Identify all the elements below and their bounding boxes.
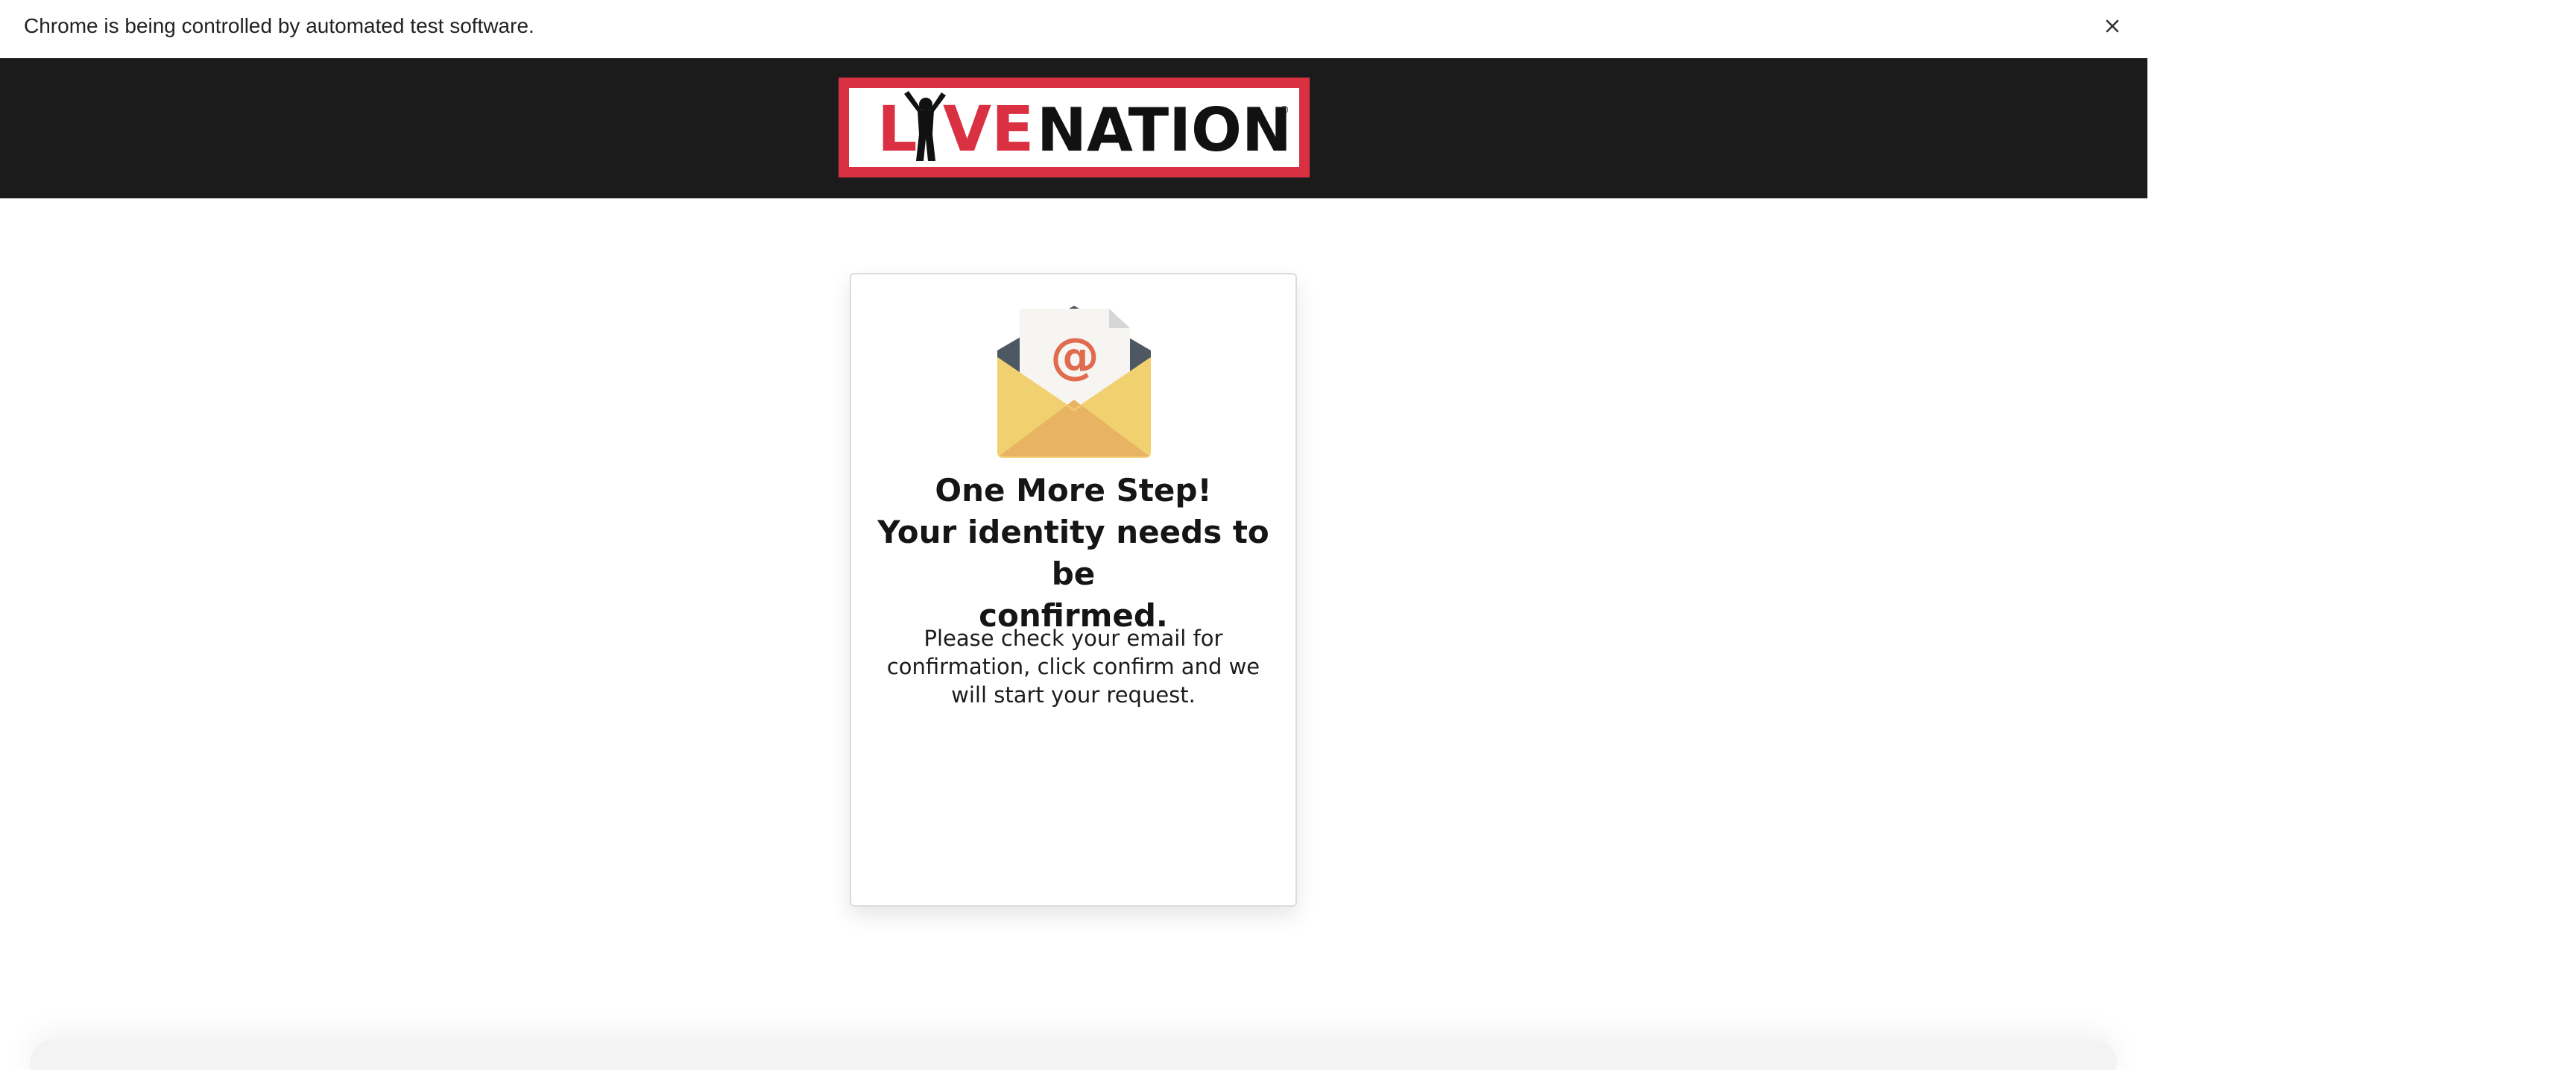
footer-shadow: [30, 1040, 2117, 1070]
close-icon[interactable]: [2099, 13, 2126, 40]
confirmation-card: @ One More Step! Your identity needs to …: [850, 273, 1297, 907]
logo-registered-mark: ®: [1279, 104, 1289, 116]
logo-brand-nation: NATION: [1037, 95, 1292, 165]
logo-letters-ve: VE: [943, 92, 1034, 166]
page: Chrome is being controlled by automated …: [0, 0, 2576, 1070]
site-header: L VE NATION ®: [0, 58, 2147, 198]
heading-line-2: Your identity needs to be: [877, 514, 1269, 592]
automation-infobar: Chrome is being controlled by automated …: [0, 0, 2147, 58]
infobar-message: Chrome is being controlled by automated …: [24, 14, 534, 37]
card-heading: One More Step! Your identity needs to be…: [851, 470, 1295, 637]
envelope-email-icon: @: [997, 306, 1151, 458]
heading-line-1: One More Step!: [935, 472, 1212, 509]
logo-letter-l: L: [877, 92, 918, 166]
live-nation-logo[interactable]: L VE NATION ®: [839, 78, 1310, 177]
confirmation-message: Please check your email for confirmation…: [886, 626, 1260, 708]
email-at-symbol: @: [1050, 327, 1099, 385]
